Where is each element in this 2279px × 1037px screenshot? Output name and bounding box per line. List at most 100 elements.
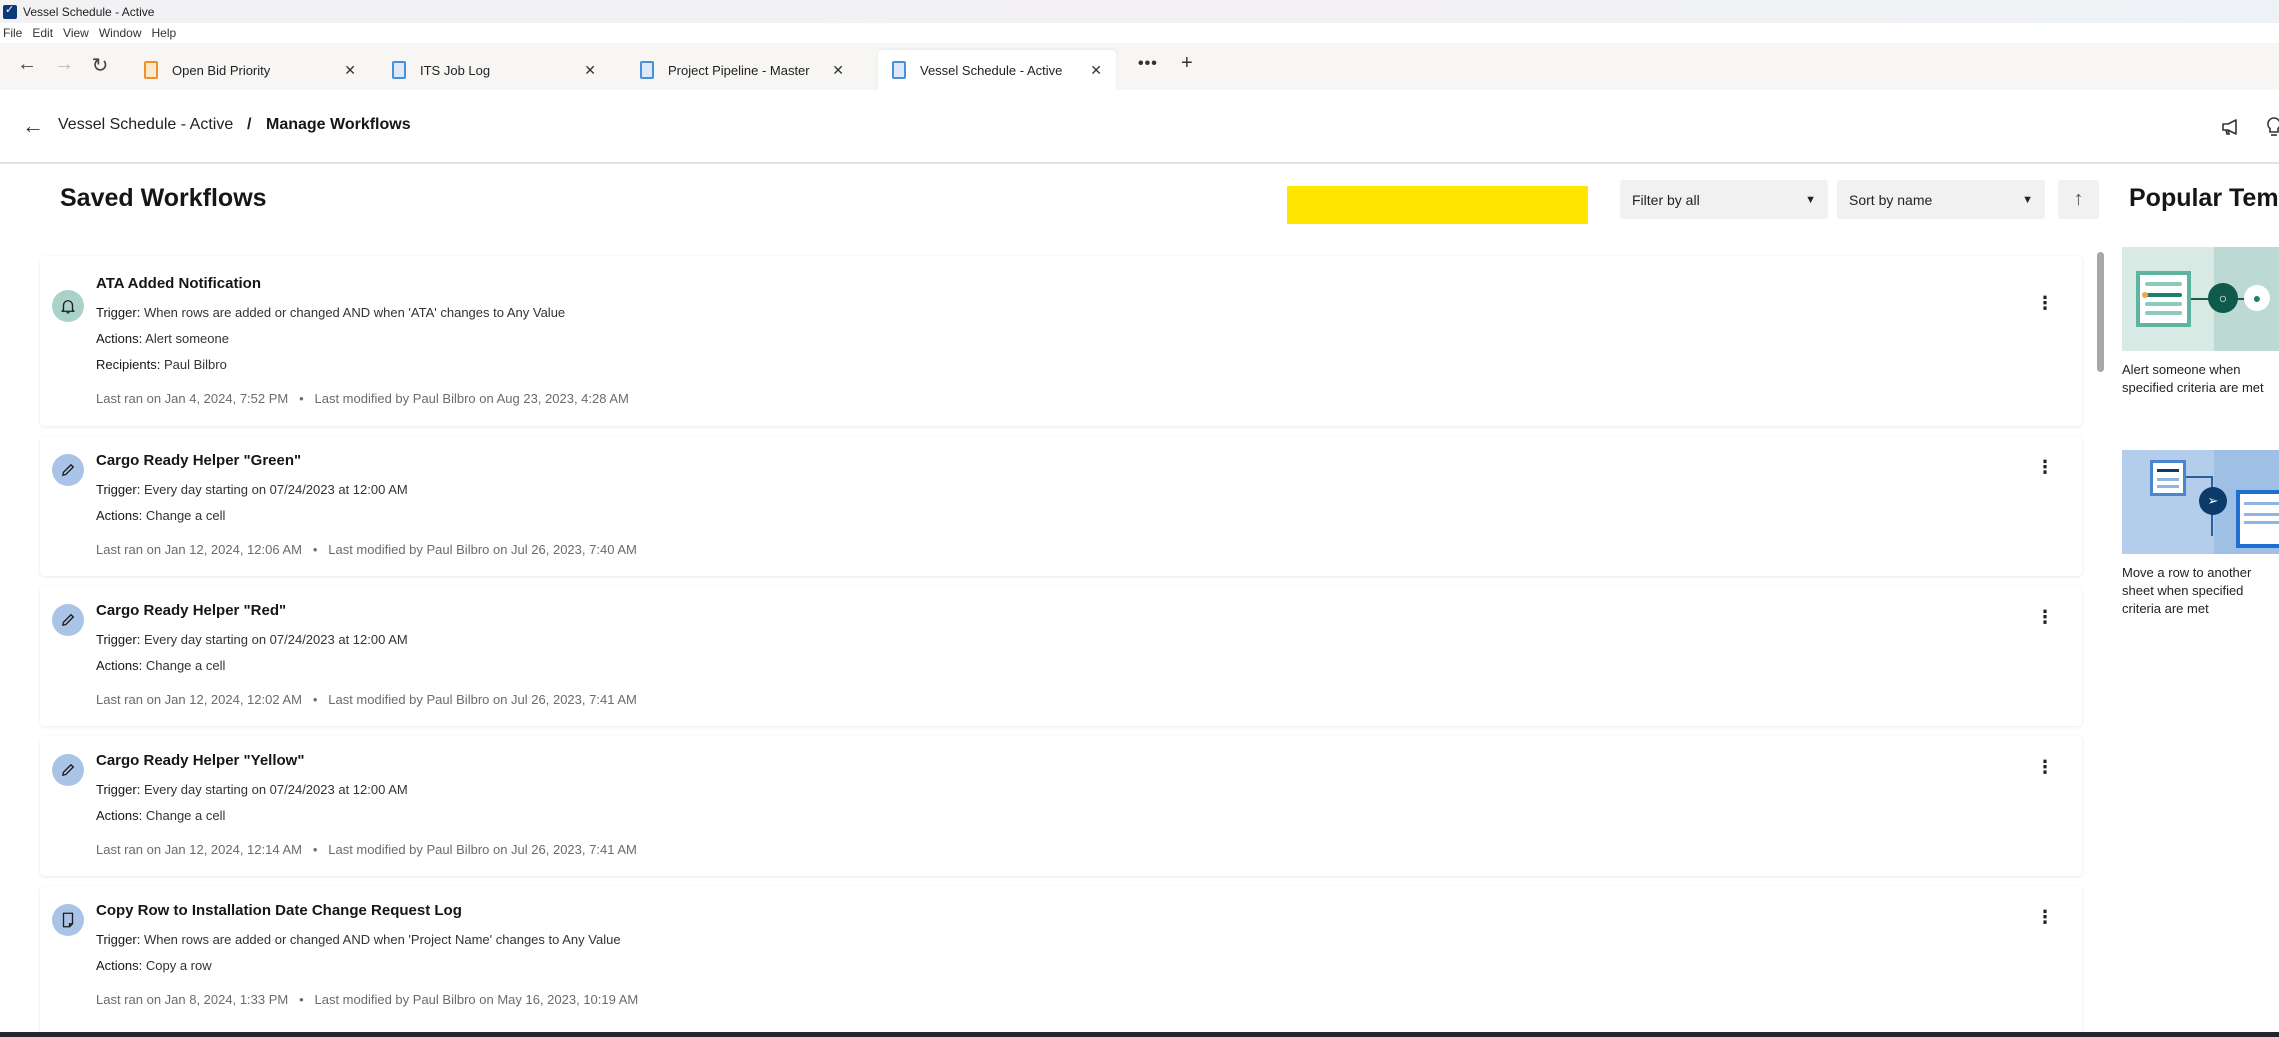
window-titlebar: Vessel Schedule - Active — [0, 0, 2279, 23]
trigger-label: Trigger: — [96, 782, 141, 797]
back-arrow-icon[interactable]: ← — [15, 53, 39, 76]
lightbulb-icon[interactable] — [2262, 115, 2279, 139]
megaphone-icon[interactable] — [2219, 115, 2243, 139]
bell-icon: ○ — [2208, 283, 2238, 313]
workflow-trigger: Trigger: Every day starting on 07/24/202… — [96, 782, 408, 797]
template-card-alert[interactable]: ○ ● Alert someone when specified criteri… — [2122, 247, 2279, 397]
last-ran: Last ran on Jan 12, 2024, 12:02 AM — [96, 692, 302, 707]
sheet-icon — [392, 61, 406, 79]
menu-window[interactable]: Window — [99, 26, 142, 40]
page-title: Saved Workflows — [60, 184, 267, 212]
close-tab-icon[interactable]: ✕ — [1090, 62, 1102, 79]
template-caption: Move a row to another sheet when specifi… — [2122, 565, 2252, 616]
trigger-value: Every day starting on 07/24/2023 at 12:0… — [143, 782, 408, 797]
tab-label: Project Pipeline - Master — [668, 62, 810, 78]
workflow-actions: Actions: Change a cell — [96, 808, 225, 823]
workflow-actions: Actions: Copy a row — [96, 958, 212, 973]
sheet-icon — [640, 61, 654, 79]
workflow-name[interactable]: Cargo Ready Helper "Yellow" — [96, 752, 304, 769]
workflow-card[interactable]: ATA Added Notification Trigger: When row… — [40, 256, 2082, 426]
kebab-menu-icon[interactable]: ⋮ — [2036, 458, 2054, 476]
refresh-icon[interactable]: ↻ — [88, 53, 112, 78]
sort-direction-button[interactable]: ↑ — [2058, 180, 2099, 219]
breadcrumb-parent-link[interactable]: Vessel Schedule - Active — [58, 116, 233, 134]
close-tab-icon[interactable]: ✕ — [832, 62, 844, 79]
move-arrow-icon: ➢ — [2199, 487, 2227, 515]
meta-separator: • — [312, 692, 318, 707]
trigger-label: Trigger: — [96, 482, 141, 497]
workflow-card[interactable]: Cargo Ready Helper "Yellow" Trigger: Eve… — [40, 736, 2082, 876]
workflow-name[interactable]: Cargo Ready Helper "Red" — [96, 602, 286, 619]
pencil-icon — [52, 604, 84, 636]
breadcrumb: ← Vessel Schedule - Active / Manage Work… — [0, 90, 2279, 164]
menu-help[interactable]: Help — [152, 26, 177, 40]
kebab-menu-icon[interactable]: ⋮ — [2036, 294, 2054, 312]
last-modified: Last modified by Paul Bilbro on May 16, … — [314, 992, 639, 1007]
sheet-illustration-icon — [2150, 460, 2186, 496]
workflow-meta: Last ran on Jan 4, 2024, 7:52 PM • Last … — [96, 391, 629, 406]
actions-value: Change a cell — [145, 658, 226, 673]
meta-separator: • — [299, 992, 304, 1007]
workflow-card[interactable]: Cargo Ready Helper "Red" Trigger: Every … — [40, 586, 2082, 726]
trigger-label: Trigger: — [96, 305, 141, 320]
actions-value: Alert someone — [145, 331, 229, 346]
workflow-name[interactable]: Cargo Ready Helper "Green" — [96, 452, 301, 469]
kebab-menu-icon[interactable]: ⋮ — [2036, 758, 2054, 776]
tab-its-job-log[interactable]: ITS Job Log ✕ — [378, 50, 610, 90]
menu-file[interactable]: File — [3, 26, 22, 40]
close-tab-icon[interactable]: ✕ — [584, 62, 596, 79]
workflow-trigger: Trigger: When rows are added or changed … — [96, 932, 621, 947]
bell-icon — [52, 290, 84, 322]
list-scrollbar[interactable] — [2097, 252, 2104, 372]
workflow-trigger: Trigger: Every day starting on 07/24/202… — [96, 482, 408, 497]
redacted-search-field — [1287, 186, 1588, 224]
window-title: Vessel Schedule - Active — [23, 4, 155, 19]
kebab-menu-icon[interactable]: ⋮ — [2036, 608, 2054, 626]
recipients-label: Recipients: — [96, 357, 161, 372]
close-tab-icon[interactable]: ✕ — [344, 62, 356, 79]
last-ran: Last ran on Jan 4, 2024, 7:52 PM — [96, 391, 289, 406]
template-card-move-row[interactable]: ➢ Move a row to another sheet when speci… — [2122, 450, 2279, 618]
tab-open-bid-priority[interactable]: Open Bid Priority ✕ — [130, 50, 370, 90]
actions-label: Actions: — [96, 331, 143, 346]
filter-dropdown[interactable]: Filter by all ▼ — [1620, 180, 1828, 219]
menu-edit[interactable]: Edit — [32, 26, 53, 40]
notebook-icon — [144, 61, 158, 79]
meta-separator: • — [299, 391, 304, 406]
workflow-name[interactable]: Copy Row to Installation Date Change Req… — [96, 902, 462, 919]
back-arrow-icon[interactable]: ← — [22, 113, 44, 139]
sheet-icon — [892, 61, 906, 79]
workflow-trigger: Trigger: When rows are added or changed … — [96, 305, 565, 320]
actions-value: Copy a row — [145, 958, 212, 973]
workflow-meta: Last ran on Jan 12, 2024, 12:06 AM • Las… — [96, 542, 637, 557]
meta-separator: • — [312, 542, 318, 557]
meta-separator: • — [312, 842, 318, 857]
trigger-label: Trigger: — [96, 932, 141, 947]
template-caption: Alert someone when specified criteria ar… — [2122, 362, 2264, 395]
taskbar-edge — [0, 1032, 2279, 1037]
app-logo-icon — [3, 3, 17, 19]
workflow-name[interactable]: ATA Added Notification — [96, 275, 261, 292]
trigger-value: When rows are added or changed AND when … — [143, 932, 621, 947]
tab-vessel-schedule-active[interactable]: Vessel Schedule - Active ✕ — [878, 50, 1116, 90]
pencil-icon — [52, 754, 84, 786]
trigger-value: Every day starting on 07/24/2023 at 12:0… — [143, 482, 408, 497]
workflow-meta: Last ran on Jan 8, 2024, 1:33 PM • Last … — [96, 992, 638, 1007]
copy-row-icon — [52, 904, 84, 936]
workflow-list: ATA Added Notification Trigger: When row… — [0, 240, 2100, 1032]
new-tab-button[interactable]: + — [1181, 52, 1193, 75]
breadcrumb-separator: / — [247, 116, 252, 133]
workflow-recipients: Recipients: Paul Bilbro — [96, 357, 227, 372]
workflow-card[interactable]: Copy Row to Installation Date Change Req… — [40, 886, 2082, 1032]
popular-templates-title: Popular Templates — [2129, 184, 2279, 212]
last-modified: Last modified by Paul Bilbro on Aug 23, … — [314, 391, 629, 406]
forward-arrow-icon[interactable]: → — [52, 53, 76, 76]
actions-label: Actions: — [96, 658, 143, 673]
workflow-card[interactable]: Cargo Ready Helper "Green" Trigger: Ever… — [40, 436, 2082, 576]
sort-dropdown[interactable]: Sort by name ▼ — [1837, 180, 2045, 219]
tab-project-pipeline-master[interactable]: Project Pipeline - Master ✕ — [626, 50, 858, 90]
menu-view[interactable]: View — [63, 26, 89, 40]
more-tabs-button[interactable]: ••• — [1138, 55, 1158, 73]
kebab-menu-icon[interactable]: ⋮ — [2036, 908, 2054, 926]
recipients-value: Paul Bilbro — [163, 357, 227, 372]
